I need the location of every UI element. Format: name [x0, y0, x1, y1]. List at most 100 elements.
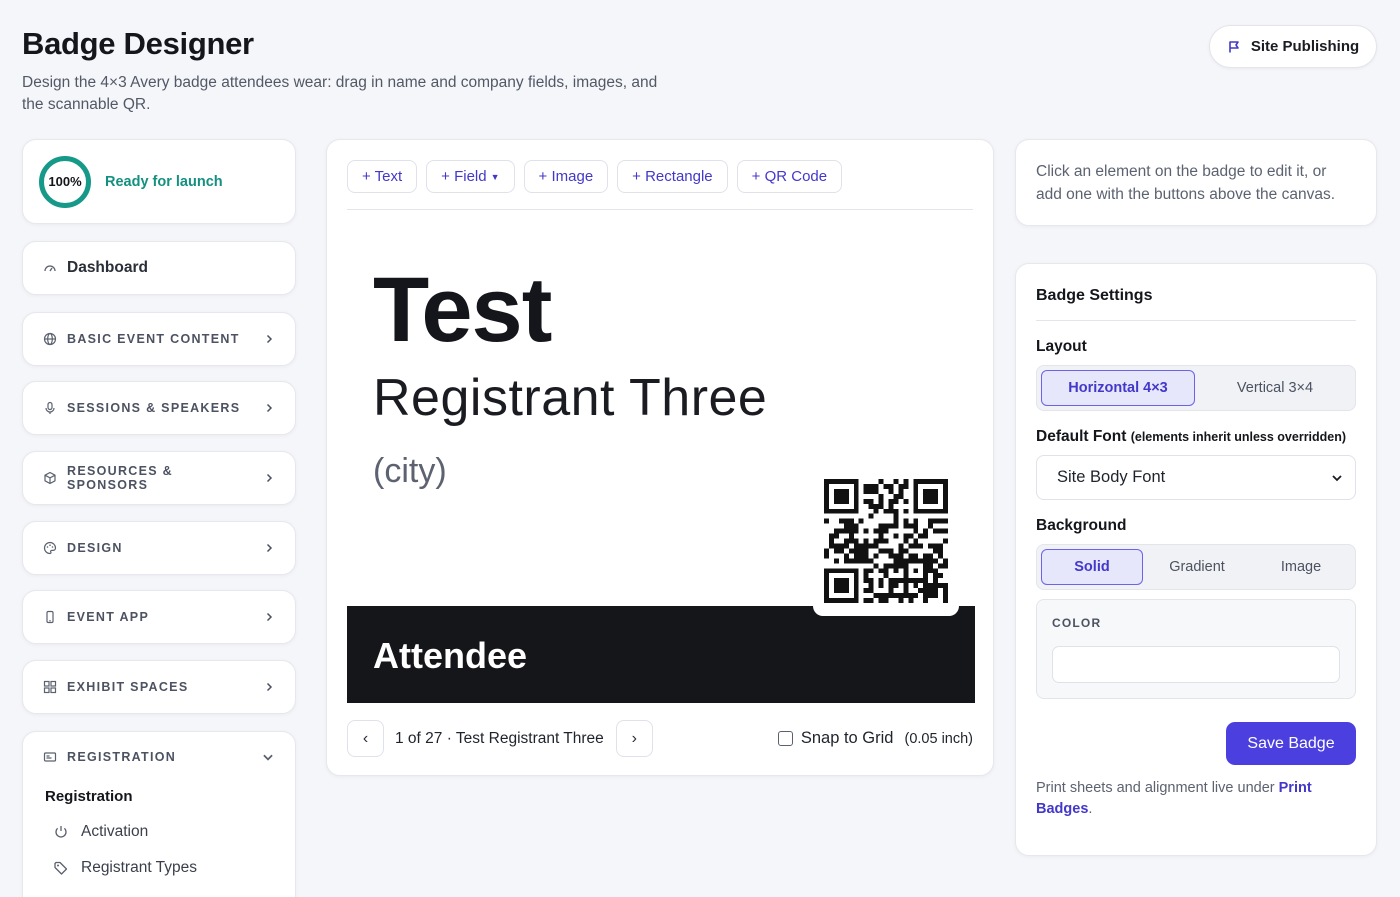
page-description: Design the 4×3 Avery badge attendees wea… — [22, 74, 658, 113]
sidebar-item-label: Dashboard — [67, 259, 148, 276]
badge-last-name[interactable]: Registrant Three — [373, 368, 767, 428]
sidebar-item-exhibit-spaces[interactable]: EXHIBIT SPACES — [22, 660, 296, 714]
default-font-value: Site Body Font — [1057, 468, 1166, 486]
settings-divider — [1036, 320, 1356, 321]
grid-icon — [43, 680, 57, 694]
default-font-label: Default Font (elements inherit unless ov… — [1036, 428, 1356, 446]
toolbar-divider — [347, 209, 973, 210]
box-icon — [43, 471, 57, 485]
progress-percent: 100% — [48, 174, 82, 189]
sidebar-section-registration: REGISTRATION Registration Activation Reg… — [22, 731, 296, 897]
sidebar-item-label: RESOURCES & SPONSORS — [67, 464, 173, 492]
snap-to-grid-control[interactable]: Snap to Grid (0.05 inch) — [777, 729, 973, 748]
save-badge-button[interactable]: Save Badge — [1226, 722, 1356, 765]
print-note-end: . — [1088, 801, 1093, 817]
background-label: Background — [1036, 517, 1127, 534]
site-publishing-label: Site Publishing — [1250, 38, 1360, 55]
sidebar-item-label: SESSIONS & SPEAKERS — [67, 401, 241, 415]
snap-to-grid-unit: (0.05 inch) — [904, 730, 973, 747]
background-color-input[interactable] — [1052, 646, 1340, 683]
sidebar-item-basic-event-content[interactable]: BASIC EVENT CONTENT — [22, 312, 296, 366]
gauge-icon — [43, 261, 57, 275]
edit-hint-text: Click an element on the badge to edit it… — [1036, 163, 1336, 203]
add-rectangle-button[interactable]: + Rectangle — [617, 160, 728, 193]
chevron-down-icon — [1332, 474, 1342, 481]
caret-down-icon: ▼ — [490, 171, 500, 182]
add-qr-code-button[interactable]: + QR Code — [736, 160, 843, 193]
chevron-down-icon — [263, 754, 273, 761]
id-card-icon — [43, 752, 57, 762]
sidebar-item-label: REGISTRATION — [67, 750, 177, 764]
palette-icon — [43, 541, 57, 555]
chevron-right-icon — [266, 334, 273, 344]
add-image-button[interactable]: + Image — [523, 160, 609, 193]
badge-settings-title: Badge Settings — [1036, 287, 1153, 304]
progress-status: Ready for launch — [105, 173, 223, 190]
background-color-group: COLOR — [1036, 599, 1356, 699]
print-badges-note: Print sheets and alignment live under Pr… — [1036, 778, 1336, 820]
add-field-button[interactable]: + Field ▼ — [426, 160, 515, 193]
background-option-solid[interactable]: Solid — [1041, 549, 1143, 585]
default-font-label-text: Default Font — [1036, 428, 1127, 445]
chevron-right-icon — [266, 612, 273, 622]
sidebar-subitem-registrant-types[interactable]: Registrant Types — [53, 859, 295, 877]
next-registrant-button[interactable]: › — [615, 720, 653, 757]
chevron-right-icon — [266, 543, 273, 553]
launch-progress-card: 100% Ready for launch — [22, 139, 296, 224]
microphone-icon — [43, 401, 57, 415]
edit-hint-card: Click an element on the badge to edit it… — [1015, 139, 1377, 226]
sidebar-item-label: EXHIBIT SPACES — [67, 680, 189, 694]
default-font-note: (elements inherit unless overridden) — [1130, 430, 1347, 444]
layout-toggle: Horizontal 4×3 Vertical 3×4 — [1036, 365, 1356, 411]
badge-registrant-type[interactable]: Attendee — [373, 635, 527, 677]
add-field-label: + Field — [441, 168, 487, 185]
progress-ring: 100% — [39, 155, 91, 208]
badge-city-field[interactable]: (city) — [373, 452, 447, 491]
registrant-pager: ‹ 1 of 27 · Test Registrant Three › — [347, 720, 653, 757]
qr-code-icon — [824, 479, 948, 603]
chevron-right-icon — [266, 403, 273, 413]
previous-registrant-button[interactable]: ‹ — [347, 720, 384, 757]
flag-icon — [1229, 40, 1239, 52]
sidebar-subitem-label: Registrant Types — [81, 859, 198, 876]
sidebar-item-label: BASIC EVENT CONTENT — [67, 332, 240, 346]
print-note-text: Print sheets and alignment live under — [1036, 780, 1279, 796]
chevron-right-icon — [266, 682, 273, 692]
add-text-button[interactable]: + Text — [347, 160, 418, 193]
sidebar-item-label: DESIGN — [67, 541, 123, 555]
power-icon — [55, 826, 67, 838]
layout-option-horizontal[interactable]: Horizontal 4×3 — [1041, 370, 1195, 406]
chevron-right-icon — [266, 473, 273, 483]
layout-option-vertical[interactable]: Vertical 3×4 — [1199, 370, 1351, 406]
sidebar-item-sessions-speakers[interactable]: SESSIONS & SPEAKERS — [22, 381, 296, 435]
sidebar-item-registration[interactable]: REGISTRATION — [23, 732, 295, 764]
sidebar-item-resources-sponsors[interactable]: RESOURCES & SPONSORS — [22, 451, 296, 505]
badge-settings-card: Badge Settings Layout Horizontal 4×3 Ver… — [1015, 263, 1377, 856]
globe-icon — [43, 332, 57, 346]
sidebar-subitem-activation[interactable]: Activation — [53, 823, 295, 841]
badge-canvas-card: + Text + Field ▼ + Image + Rectangle + QR… — [326, 139, 994, 776]
sidebar-item-event-app[interactable]: EVENT APP — [22, 590, 296, 644]
badge-qr-code[interactable] — [813, 466, 959, 616]
badge-first-name[interactable]: Test — [373, 258, 552, 363]
registrant-position: 1 of 27 · Test Registrant Three — [395, 729, 604, 747]
phone-icon — [43, 610, 57, 624]
tag-icon — [54, 861, 68, 875]
snap-to-grid-label: Snap to Grid — [800, 729, 894, 747]
registration-subheading: Registration — [45, 788, 133, 805]
page-title: Badge Designer — [22, 26, 254, 61]
background-toggle: Solid Gradient Image — [1036, 544, 1356, 590]
sidebar-item-label: EVENT APP — [67, 610, 150, 624]
snap-to-grid-checkbox[interactable] — [777, 731, 793, 746]
element-toolbar: + Text + Field ▼ + Image + Rectangle + QR… — [347, 160, 843, 193]
background-option-image[interactable]: Image — [1251, 549, 1351, 585]
sidebar-item-dashboard[interactable]: Dashboard — [22, 241, 296, 295]
layout-label: Layout — [1036, 338, 1087, 355]
background-option-gradient[interactable]: Gradient — [1147, 549, 1247, 585]
sidebar-item-design[interactable]: DESIGN — [22, 521, 296, 575]
badge-canvas[interactable]: Test Registrant Three (city) Attendee — [347, 226, 975, 703]
site-publishing-button[interactable]: Site Publishing — [1209, 25, 1377, 68]
sidebar-subitem-label: Activation — [81, 823, 149, 840]
default-font-select[interactable]: Site Body Font — [1036, 455, 1356, 500]
color-label: COLOR — [1052, 616, 1102, 630]
